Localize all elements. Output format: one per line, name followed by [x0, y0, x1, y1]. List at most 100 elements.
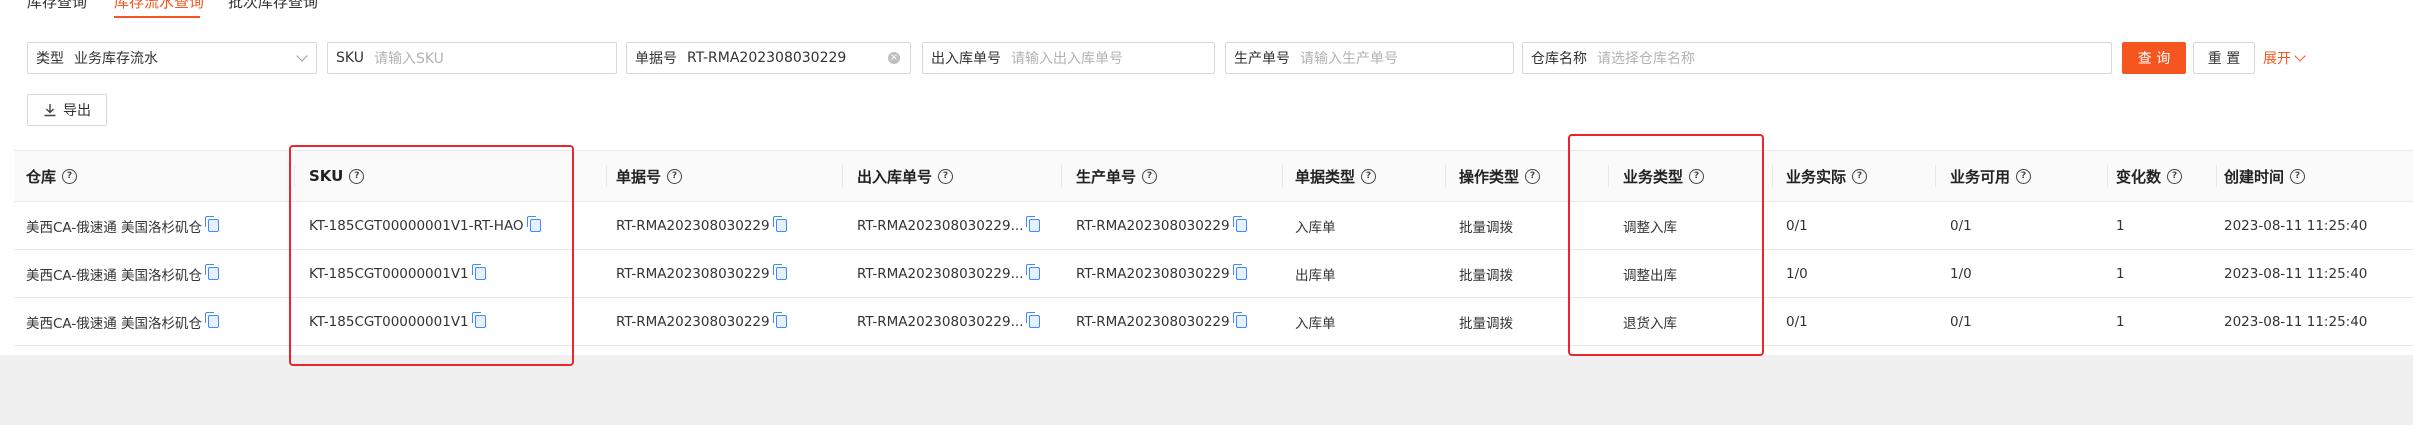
copy-icon[interactable] [471, 312, 486, 328]
header-change: 变化数? [2116, 151, 2183, 201]
prod-no-field[interactable]: 生产单号 请输入生产单号 [1225, 42, 1514, 74]
warehouse-field[interactable]: 仓库名称 请选择仓库名称 [1522, 42, 2112, 74]
cell-biz-type: 调整入库 [1623, 219, 1677, 236]
column-divider [1772, 165, 1773, 187]
cell-sku: KT-185CGT00000001V1-RT-HAO [309, 202, 541, 249]
copy-icon[interactable] [1026, 216, 1041, 232]
cell-biz-available: 1/0 [1950, 265, 1972, 282]
cell-warehouse: 美西CA-俄速通 美国洛杉矶仓 [26, 298, 220, 345]
column-divider [2107, 165, 2108, 187]
sku-field[interactable]: SKU 请输入SKU [327, 42, 617, 74]
header-doc-type: 单据类型? [1295, 151, 1377, 201]
header-biz-actual: 业务实际? [1786, 151, 1868, 201]
column-divider [1935, 165, 1936, 187]
copy-icon[interactable] [526, 216, 541, 232]
cell-biz-actual: 0/1 [1786, 217, 1808, 234]
column-divider [294, 165, 295, 187]
copy-icon[interactable] [772, 216, 787, 232]
copy-icon[interactable] [205, 216, 220, 232]
copy-icon[interactable] [1026, 264, 1041, 280]
column-divider [2216, 165, 2217, 187]
cell-io-no: RT-RMA202308030229... [857, 202, 1041, 249]
clear-icon[interactable]: × [888, 52, 900, 64]
cell-change: 1 [2116, 313, 2125, 330]
expand-link[interactable]: 展开 [2263, 42, 2306, 74]
help-icon[interactable]: ? [349, 168, 365, 184]
doc-no-input[interactable]: RT-RMA202308030229 [687, 50, 846, 66]
tab-batch-inventory[interactable]: 批次库存查询 [228, 0, 318, 12]
cell-biz-actual: 1/0 [1786, 265, 1808, 282]
cell-warehouse: 美西CA-俄速通 美国洛杉矶仓 [26, 202, 220, 249]
cell-doc-type: 出库单 [1295, 267, 1336, 284]
cell-op-type: 批量调拨 [1459, 315, 1513, 332]
copy-icon[interactable] [772, 312, 787, 328]
cell-biz-type: 调整出库 [1623, 267, 1677, 284]
header-warehouse: 仓库? [26, 151, 78, 201]
warehouse-input[interactable]: 请选择仓库名称 [1597, 48, 1695, 68]
chevron-down-icon [296, 50, 308, 62]
help-icon[interactable]: ? [1142, 168, 1158, 184]
help-icon[interactable]: ? [667, 168, 683, 184]
copy-icon[interactable] [1232, 264, 1247, 280]
help-icon[interactable]: ? [1852, 168, 1868, 184]
sku-input[interactable]: 请输入SKU [374, 48, 444, 68]
tab-inventory-flow[interactable]: 库存流水查询 [114, 0, 204, 12]
header-op-type: 操作类型? [1459, 151, 1541, 201]
column-divider [1445, 165, 1446, 187]
help-icon[interactable]: ? [2290, 168, 2306, 184]
cell-warehouse: 美西CA-俄速通 美国洛杉矶仓 [26, 250, 220, 297]
cell-prod-no: RT-RMA202308030229 [1076, 298, 1247, 345]
io-no-field[interactable]: 出入库单号 请输入出入库单号 [922, 42, 1215, 74]
query-button[interactable]: 查 询 [2122, 42, 2186, 74]
cell-biz-type: 退货入库 [1623, 315, 1677, 332]
column-divider [1608, 165, 1609, 187]
type-value: 业务库存流水 [74, 51, 158, 67]
header-sku: SKU? [309, 151, 365, 201]
help-icon[interactable]: ? [1525, 168, 1541, 184]
copy-icon[interactable] [205, 264, 220, 280]
copy-icon[interactable] [1232, 312, 1247, 328]
column-divider [1061, 165, 1062, 187]
help-icon[interactable]: ? [1689, 168, 1705, 184]
table-row[interactable]: 美西CA-俄速通 美国洛杉矶仓 KT-185CGT00000001V1-RT-H… [14, 202, 2413, 250]
cell-doc-no: RT-RMA202308030229 [616, 298, 787, 345]
copy-icon[interactable] [471, 264, 486, 280]
reset-button[interactable]: 重 置 [2193, 42, 2255, 74]
cell-op-type: 批量调拨 [1459, 219, 1513, 236]
copy-icon[interactable] [1232, 216, 1247, 232]
cell-io-no: RT-RMA202308030229... [857, 298, 1041, 345]
prod-no-input[interactable]: 请输入生产单号 [1300, 48, 1398, 68]
main-card: 库存查询 库存流水查询 批次库存查询 类型 业务库存流水 SKU 请输入SKU … [0, 0, 2413, 366]
cell-prod-no: RT-RMA202308030229 [1076, 250, 1247, 297]
help-icon[interactable]: ? [62, 168, 78, 184]
expand-label: 展开 [2263, 51, 2291, 67]
tab-bar: 库存查询 库存流水查询 批次库存查询 [0, 0, 600, 18]
export-label: 导出 [63, 103, 91, 119]
chevron-down-icon [2294, 50, 2306, 62]
help-icon[interactable]: ? [2167, 168, 2183, 184]
export-button[interactable]: 导出 [27, 94, 107, 126]
help-icon[interactable]: ? [1361, 168, 1377, 184]
header-biz-type: 业务类型? [1623, 151, 1705, 201]
table-row[interactable]: 美西CA-俄速通 美国洛杉矶仓 KT-185CGT00000001V1 RT-R… [14, 298, 2413, 346]
column-divider [1282, 165, 1283, 187]
copy-icon[interactable] [205, 312, 220, 328]
cell-change: 1 [2116, 217, 2125, 234]
help-icon[interactable]: ? [2016, 168, 2032, 184]
download-icon [44, 104, 56, 117]
tab-inventory[interactable]: 库存查询 [27, 0, 87, 12]
header-io-no: 出入库单号? [857, 151, 954, 201]
warehouse-label: 仓库名称 [1531, 51, 1587, 67]
doc-no-field[interactable]: 单据号 RT-RMA202308030229 × [626, 42, 911, 74]
active-tab-indicator [114, 16, 200, 18]
type-label: 类型 [36, 51, 64, 67]
type-select[interactable]: 类型 业务库存流水 [27, 42, 317, 74]
io-no-input[interactable]: 请输入出入库单号 [1011, 48, 1123, 68]
table-row[interactable]: 美西CA-俄速通 美国洛杉矶仓 KT-185CGT00000001V1 RT-R… [14, 250, 2413, 298]
cell-sku: KT-185CGT00000001V1 [309, 250, 486, 297]
help-icon[interactable]: ? [938, 168, 954, 184]
copy-icon[interactable] [772, 264, 787, 280]
copy-icon[interactable] [1026, 312, 1041, 328]
cell-io-no: RT-RMA202308030229... [857, 250, 1041, 297]
header-created: 创建时间? [2224, 151, 2306, 201]
